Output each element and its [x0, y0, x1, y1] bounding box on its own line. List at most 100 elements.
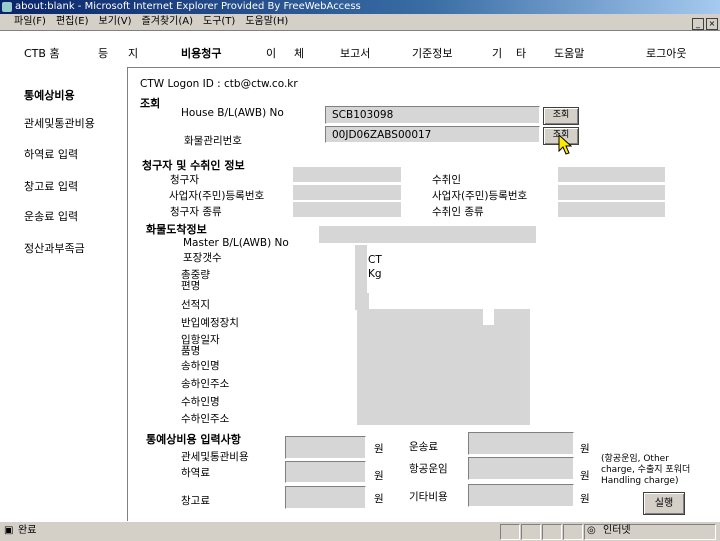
cargo-no-input[interactable]: 00JD06ZABS00017: [325, 126, 540, 143]
claimant-type-field: [293, 202, 401, 217]
nav-etc-2[interactable]: 타: [516, 45, 526, 61]
airfare-label: 항공운임: [409, 463, 448, 475]
nav-ctb-home[interactable]: CTB 홈: [24, 45, 60, 61]
recipient-reg-field: [558, 185, 665, 200]
header-divider: [127, 67, 720, 68]
shipper-name-label: 송하인명: [181, 360, 220, 372]
run-button[interactable]: 실행: [643, 492, 685, 515]
status-seg-3: [542, 524, 562, 540]
status-text: 완료: [18, 525, 37, 536]
airfare-won: 원: [580, 470, 590, 482]
nav-cost-claim[interactable]: 비용청구: [181, 45, 221, 61]
customs-cost-label: 관세및통관비용: [181, 451, 249, 463]
nav-register-2[interactable]: 지: [128, 45, 138, 61]
transport-input[interactable]: [468, 432, 574, 455]
nav-help[interactable]: 도움말: [554, 45, 584, 61]
ie-icon: [2, 2, 12, 12]
customs-cost-won: 원: [374, 443, 384, 455]
nav-reference-info[interactable]: 기준정보: [412, 45, 452, 61]
sidebar-item-expected-cost[interactable]: 통예상비용: [24, 87, 75, 103]
claimant-field: [293, 167, 401, 182]
storage-input[interactable]: [285, 486, 366, 509]
customs-cost-input[interactable]: [285, 436, 366, 459]
logon-id: CTW Logon ID : ctb@ctw.co.kr: [140, 78, 298, 90]
airfare-input[interactable]: [468, 457, 574, 480]
pkg-count-label: 포장갯수: [183, 252, 222, 264]
menu-bar: 파일(F) 편집(E) 보기(V) 즐겨찾기(A) 도구(T) 도움말(H): [0, 14, 720, 31]
nav-logout[interactable]: 로그아웃: [646, 45, 686, 61]
loading-place-label: 선적지: [181, 299, 210, 311]
status-seg-1: [500, 524, 520, 540]
claimant-section-title: 청구자 및 수취인 정보: [142, 159, 245, 172]
weight-unit: Kg: [368, 268, 382, 280]
nav-report[interactable]: 보고서: [340, 45, 370, 61]
other-cost-input[interactable]: [468, 484, 574, 507]
sidebar-item-storage[interactable]: 창고료 입력: [24, 178, 78, 194]
minimize-icon[interactable]: _: [692, 18, 704, 30]
status-seg-2: [521, 524, 541, 540]
transport-label: 운송료: [409, 441, 438, 453]
cost-section-title: 통예상비용 입력사항: [146, 433, 241, 446]
window-titlebar: about:blank - Microsoft Internet Explore…: [0, 0, 720, 14]
arrival-detail-field: [357, 325, 530, 425]
mouse-cursor-icon: [558, 134, 572, 155]
handling-input[interactable]: [285, 461, 366, 483]
item-name-label: 품명: [181, 345, 201, 357]
recipient-field: [558, 167, 665, 182]
page-icon: ▣: [4, 525, 14, 536]
menu-favorites[interactable]: 즐겨찾기(A): [137, 14, 198, 30]
menu-view[interactable]: 보기(V): [94, 14, 137, 30]
status-bar: ▣ 완료 ◎ 인터넷: [0, 521, 720, 541]
hbl-label: House B/L(AWB) No: [181, 107, 284, 119]
loading-place-field: [355, 293, 369, 310]
arrival-section-title: 화물도착정보: [146, 223, 207, 236]
handling-label: 하역료: [181, 467, 210, 479]
inquiry-section-title: 조회: [140, 97, 161, 110]
storage-won: 원: [374, 493, 384, 505]
pkg-weight-field: [355, 245, 367, 297]
pkg-unit: CT: [368, 254, 382, 266]
nav-register-1[interactable]: 등: [98, 45, 108, 61]
top-nav: CTB 홈 등 지 비용청구 이 체 보고서 기준정보 기 타 도움말 로그아웃: [0, 31, 720, 65]
recipient-reg-label: 사업자(주민)등록번호: [432, 190, 528, 202]
sidebar-item-transport[interactable]: 운송료 입력: [24, 208, 78, 224]
claimant-type-label: 청구자 종류: [170, 206, 222, 218]
consignee-name-label: 수하인명: [181, 396, 220, 408]
claimant-reg-field: [293, 185, 401, 200]
recipient-type-field: [558, 202, 665, 217]
nav-transfer-1[interactable]: 이: [266, 45, 276, 61]
handling-won: 원: [374, 470, 384, 482]
shipper-address-label: 송하인주소: [181, 378, 230, 390]
window-controls: _ ×: [690, 16, 718, 30]
cargo-no-label: 화물관리번호: [184, 135, 242, 147]
window-title: about:blank - Microsoft Internet Explore…: [15, 1, 361, 12]
recipient-label: 수취인: [432, 174, 461, 186]
sidebar-item-handling[interactable]: 하역료 입력: [24, 146, 78, 162]
left-nav: 통예상비용 관세및통관비용 하역료 입력 창고료 입력 운송료 입력 정산과부족…: [0, 67, 128, 521]
flight-label: 편명: [181, 280, 201, 292]
menu-tools[interactable]: 도구(T): [198, 14, 240, 30]
recipient-type-label: 수취인 종류: [432, 206, 484, 218]
hbl-search-button[interactable]: 조회: [543, 107, 579, 125]
sidebar-item-customs-cost[interactable]: 관세및통관비용: [24, 115, 95, 131]
storage-label: 창고료: [181, 495, 210, 507]
menu-file[interactable]: 파일(F): [0, 14, 51, 30]
zone-text: 인터넷: [603, 525, 631, 536]
nav-transfer-2[interactable]: 체: [294, 45, 304, 61]
claimant-label: 청구자: [170, 174, 199, 186]
transport-won: 원: [580, 443, 590, 455]
close-icon[interactable]: ×: [706, 18, 718, 30]
menu-edit[interactable]: 편집(E): [51, 14, 94, 30]
claimant-reg-label: 사업자(주민)등록번호: [169, 190, 265, 202]
status-zone: ◎ 인터넷: [584, 524, 716, 540]
airfare-note: (항공운임, Other charge, 수출지 포워더 Handling ch…: [601, 454, 691, 486]
page-content: CTB 홈 등 지 비용청구 이 체 보고서 기준정보 기 타 도움말 로그아웃…: [0, 31, 720, 521]
status-seg-4: [563, 524, 583, 540]
menu-help[interactable]: 도움말(H): [240, 14, 293, 30]
master-bl-label: Master B/L(AWB) No: [183, 237, 289, 249]
sidebar-item-settlement[interactable]: 정산과부족금: [24, 240, 85, 256]
globe-icon: ◎: [587, 525, 596, 536]
nav-etc-1[interactable]: 기: [492, 45, 502, 61]
hbl-input[interactable]: SCB103098: [325, 106, 540, 124]
other-cost-label: 기타비용: [409, 491, 448, 503]
